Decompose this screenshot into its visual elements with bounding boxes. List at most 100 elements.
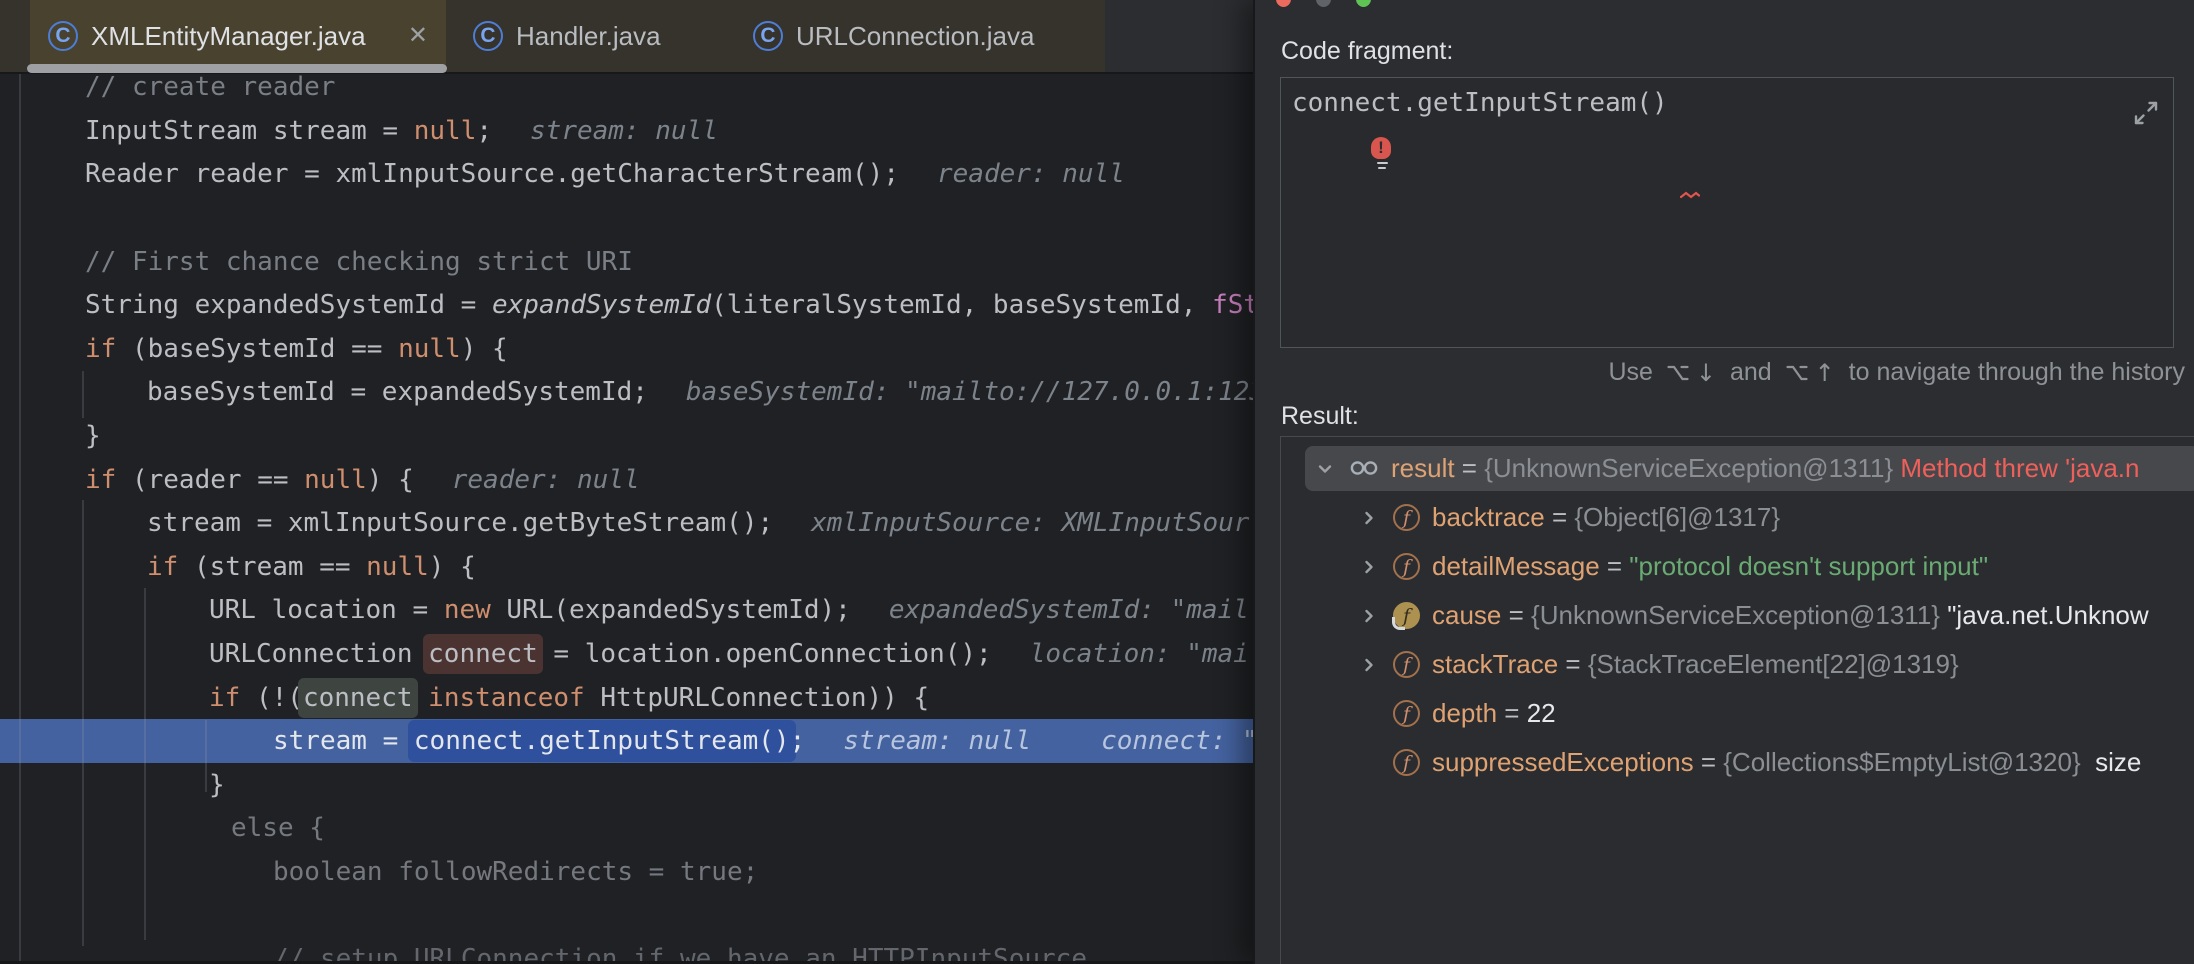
code-line-8[interactable]: baseSystemId = expandedSystemId;baseSyst…	[0, 370, 1253, 414]
tree-row-backtrace[interactable]: fbacktrace = {Object[6]@1317}	[1281, 493, 2194, 542]
chevron-right-icon[interactable]	[1359, 508, 1379, 528]
option-key-icon	[1786, 364, 1808, 382]
tree-row-result[interactable]: result = {UnknownServiceException@1311} …	[1281, 444, 2194, 493]
inline-debugger-hint: reader: null	[452, 465, 640, 495]
code-token: connect.getInputStream()	[414, 726, 790, 756]
code-line-20[interactable]	[0, 894, 1253, 938]
field-icon: f	[1393, 749, 1420, 776]
java-class-icon: C	[753, 21, 783, 51]
indent-guide	[205, 720, 207, 792]
inline-debugger-hint: stream: null	[530, 116, 718, 146]
code-token: null	[414, 116, 477, 146]
variable-value: {UnknownServiceException@1311}	[1531, 600, 1947, 631]
code-token: // create reader	[85, 72, 335, 102]
equals-sign: =	[1501, 600, 1531, 631]
minimize-button[interactable]	[1316, 0, 1331, 7]
code-line-21[interactable]: // setup URLConnection if we have an HTT…	[0, 937, 1253, 964]
code-token: (baseSystemId ==	[116, 334, 398, 364]
zoom-button[interactable]	[1356, 0, 1371, 7]
code-token: stream =	[273, 726, 414, 756]
chevron-right-icon[interactable]	[1359, 606, 1379, 626]
chevron-right-icon[interactable]	[1359, 655, 1379, 675]
code-token: if	[85, 465, 116, 495]
inline-debugger-hint: xmlInputSource: XMLInputSour	[811, 508, 1249, 538]
error-bulb-icon[interactable]: !	[1371, 137, 1393, 171]
active-tab-underline	[27, 64, 447, 73]
code-line-5[interactable]: // First chance checking strict URI	[0, 240, 1253, 284]
code-token: baseSystemId = expandedSystemId;	[147, 377, 648, 407]
code-token: ) {	[429, 552, 476, 582]
code-line-17[interactable]: }	[0, 763, 1253, 807]
code-token: if	[209, 683, 240, 713]
code-line-15[interactable]: if (!(connect instanceof HttpURLConnecti…	[0, 676, 1253, 720]
tree-row-depth[interactable]: fdepth = 22	[1281, 689, 2194, 738]
history-navigation-hint: Use ↓ and ↑ to navigate through the hist…	[1608, 358, 2185, 387]
code-line-3[interactable]: Reader reader = xmlInputSource.getCharac…	[0, 152, 1253, 196]
variable-name: detailMessage	[1432, 551, 1600, 582]
code-token: null	[398, 334, 461, 364]
code-line-11[interactable]: stream = xmlInputSource.getByteStream();…	[0, 501, 1253, 545]
code-token: null	[304, 465, 367, 495]
chevron-spacer	[1359, 753, 1379, 773]
code-line-10[interactable]: if (reader == null) {reader: null	[0, 458, 1253, 502]
option-key-icon	[1667, 364, 1689, 382]
equals-sign: =	[1600, 551, 1630, 582]
result-tree[interactable]: result = {UnknownServiceException@1311} …	[1280, 436, 2194, 964]
tab-label: URLConnection.java	[796, 21, 1034, 52]
code-line-6[interactable]: String expandedSystemId = expandSystemId…	[0, 283, 1253, 327]
code-line-4[interactable]	[0, 196, 1253, 240]
code-line-18[interactable]: else {	[0, 806, 1253, 850]
indent-guide	[82, 500, 84, 946]
execution-line[interactable]: stream = connect.getInputStream();stream…	[0, 719, 1253, 763]
code-fragment-text[interactable]: connect.getInputStream()	[1292, 88, 1668, 118]
watch-result-icon	[1349, 453, 1379, 484]
code-token: InputStream stream =	[85, 116, 414, 146]
tab-Handler-java[interactable]: CHandler.java	[455, 0, 705, 72]
close-button[interactable]	[1276, 0, 1291, 7]
code-line-13[interactable]: URL location = new URL(expandedSystemId)…	[0, 588, 1253, 632]
inline-debugger-hint: reader: null	[937, 159, 1125, 189]
tab-URLConnection-java[interactable]: C URLConnection.java	[735, 0, 1065, 72]
code-token: URLConnection	[209, 639, 428, 669]
indent-guide	[144, 588, 146, 940]
tree-row-cause[interactable]: fcause = {UnknownServiceException@1311} …	[1281, 591, 2194, 640]
code-token	[413, 683, 429, 713]
close-tab-icon[interactable]: ✕	[408, 24, 428, 48]
code-line-14[interactable]: URLConnection connect = location.openCon…	[0, 632, 1253, 676]
java-class-icon: C	[48, 21, 78, 51]
code-line-2[interactable]: InputStream stream = null;stream: null	[0, 109, 1253, 153]
code-fragment-label: Code fragment:	[1281, 37, 1453, 66]
code-line-9[interactable]: }	[0, 414, 1253, 458]
code-token: stream = xmlInputSource.getByteStream();	[147, 508, 773, 538]
field-gold-icon: f	[1393, 602, 1420, 629]
result-label: Result:	[1281, 402, 1359, 431]
code-token: new	[444, 595, 491, 625]
chevron-down-icon[interactable]	[1315, 459, 1335, 479]
tree-row-stackTrace[interactable]: fstackTrace = {StackTraceElement[22]@131…	[1281, 640, 2194, 689]
field-icon: f	[1393, 700, 1420, 727]
chevron-spacer	[1359, 704, 1379, 724]
code-line-19[interactable]: boolean followRedirects = true;	[0, 850, 1253, 894]
code-line-7[interactable]: if (baseSystemId == null) {	[0, 327, 1253, 371]
code-token: String expandedSystemId =	[85, 290, 492, 320]
code-token: ;	[790, 726, 806, 756]
equals-sign: =	[1545, 502, 1575, 533]
code-fragment-editor[interactable]: connect.getInputStream() !	[1280, 77, 2174, 348]
code-token: if	[147, 552, 178, 582]
code-token: URL location =	[209, 595, 444, 625]
code-token: connect	[303, 683, 413, 713]
code-editor[interactable]: // create reader InputStream stream = nul…	[0, 0, 1253, 964]
code-token: ) {	[461, 334, 508, 364]
error-squiggle	[1680, 191, 1700, 199]
code-token: = location.openConnection();	[538, 639, 992, 669]
variable-value: {Collections$EmptyList@1320}	[1723, 747, 2095, 778]
equals-sign: =	[1497, 698, 1527, 729]
tab-XMLEntityManager-java[interactable]: CXMLEntityManager.java✕	[30, 0, 446, 72]
code-line-12[interactable]: if (stream == null) {	[0, 545, 1253, 589]
editor-tab-bar: CXMLEntityManager.java✕CHandler.java C URL…	[0, 0, 1253, 74]
expand-editor-icon[interactable]	[2133, 100, 2159, 126]
tree-row-suppressedExceptions[interactable]: fsuppressedExceptions = {Collections$Emp…	[1281, 738, 2194, 787]
chevron-right-icon[interactable]	[1359, 557, 1379, 577]
tree-row-detailMessage[interactable]: fdetailMessage = "protocol doesn't suppo…	[1281, 542, 2194, 591]
code-token: (reader ==	[116, 465, 304, 495]
